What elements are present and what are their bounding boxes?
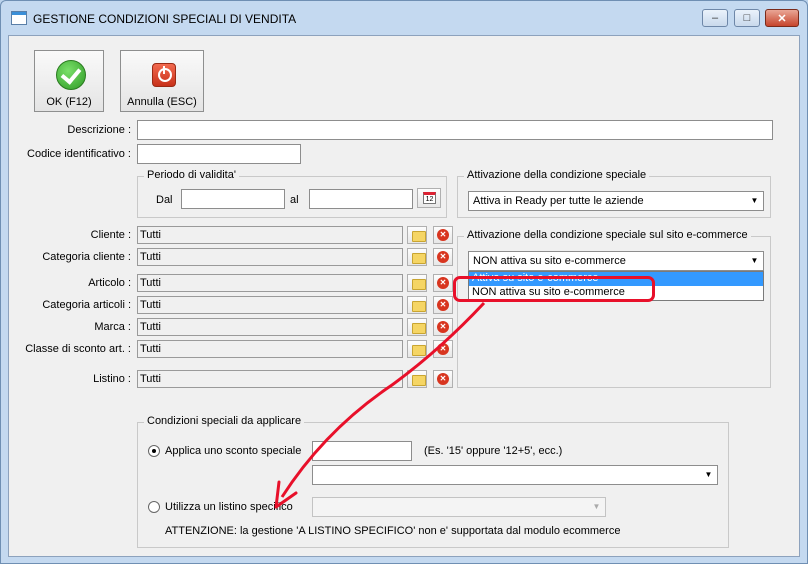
chevron-down-icon: ▼ xyxy=(704,470,713,479)
chevron-down-icon: ▼ xyxy=(750,256,759,265)
clear-icon[interactable] xyxy=(433,274,453,292)
dialog-body: OK (F12) Annulla (ESC) Descrizione : Cod… xyxy=(8,35,800,557)
attivazione-ecommerce-group: Attivazione della condizione speciale su… xyxy=(457,229,771,388)
clear-icon[interactable] xyxy=(433,318,453,336)
marca-label: Marca : xyxy=(94,321,131,333)
attivazione-title: Attivazione della condizione speciale xyxy=(464,169,650,181)
folder-icon[interactable] xyxy=(407,340,427,358)
sconto-label: Applica uno sconto speciale xyxy=(165,445,302,457)
folder-icon[interactable] xyxy=(407,318,427,336)
chevron-down-icon: ▼ xyxy=(750,196,759,205)
ok-button[interactable]: OK (F12) xyxy=(34,50,104,112)
checkmark-icon xyxy=(56,60,86,90)
attivazione-value: Attiva in Ready per tutte le aziende xyxy=(473,195,644,207)
articolo-field: Tutti xyxy=(137,274,403,292)
condizioni-group: Condizioni speciali da applicare Applica… xyxy=(137,415,729,548)
power-icon xyxy=(152,63,176,87)
attivazione-ecommerce-title: Attivazione della condizione speciale su… xyxy=(464,229,751,241)
cliente-label: Cliente : xyxy=(90,229,131,241)
clear-icon[interactable] xyxy=(433,248,453,266)
sconto-select[interactable]: ▼ xyxy=(312,465,718,485)
clear-icon[interactable] xyxy=(433,226,453,244)
sconto-radio[interactable] xyxy=(148,445,160,457)
folder-icon[interactable] xyxy=(407,274,427,292)
calendar-icon[interactable] xyxy=(417,188,441,208)
close-button[interactable]: ✕ xyxy=(765,9,799,27)
categoria-articoli-label: Categoria articoli : xyxy=(42,299,131,311)
descrizione-label: Descrizione : xyxy=(67,124,131,136)
minimize-button[interactable]: – xyxy=(702,9,728,27)
classe-sconto-label: Classe di sconto art. : xyxy=(25,343,131,355)
cliente-field: Tutti xyxy=(137,226,403,244)
categoria-articoli-field: Tutti xyxy=(137,296,403,314)
maximize-button[interactable]: □ xyxy=(734,9,760,27)
chevron-down-icon: ▼ xyxy=(592,502,601,511)
folder-icon[interactable] xyxy=(407,296,427,314)
app-icon xyxy=(11,11,27,25)
descrizione-input[interactable] xyxy=(137,120,773,140)
attivazione-group: Attivazione della condizione speciale At… xyxy=(457,169,771,218)
sconto-hint: (Es. '15' oppure '12+5', ecc.) xyxy=(424,445,563,457)
attivazione-ecommerce-select[interactable]: NON attiva su sito e-commerce ▼ xyxy=(468,251,764,271)
annotation-highlight-box xyxy=(453,276,655,302)
classe-sconto-field: Tutti xyxy=(137,340,403,358)
marca-field: Tutti xyxy=(137,318,403,336)
cancel-button[interactable]: Annulla (ESC) xyxy=(120,50,204,112)
codice-label: Codice identificativo : xyxy=(27,148,131,160)
codice-input[interactable] xyxy=(137,144,301,164)
clear-icon[interactable] xyxy=(433,296,453,314)
window-title: GESTIONE CONDIZIONI SPECIALI DI VENDITA xyxy=(33,12,297,26)
periodo-group: Periodo di validita' Dal al xyxy=(137,169,447,218)
ok-button-label: OK (F12) xyxy=(46,96,92,108)
folder-icon[interactable] xyxy=(407,370,427,388)
listino-specifico-label: Utilizza un listino specifico xyxy=(165,501,293,513)
title-bar[interactable]: GESTIONE CONDIZIONI SPECIALI DI VENDITA … xyxy=(1,1,807,35)
attivazione-select[interactable]: Attiva in Ready per tutte le aziende ▼ xyxy=(468,191,764,211)
sconto-input[interactable] xyxy=(312,441,412,461)
cancel-button-label: Annulla (ESC) xyxy=(127,96,197,108)
categoria-cliente-label: Categoria cliente : xyxy=(42,251,131,263)
listino-label: Listino : xyxy=(93,373,131,385)
folder-icon[interactable] xyxy=(407,226,427,244)
categoria-cliente-field: Tutti xyxy=(137,248,403,266)
attivazione-ecommerce-value: NON attiva su sito e-commerce xyxy=(473,255,626,267)
al-label: al xyxy=(290,194,299,206)
warning-text: ATTENZIONE: la gestione 'A LISTINO SPECI… xyxy=(165,525,621,537)
periodo-title: Periodo di validita' xyxy=(144,169,239,181)
dal-label: Dal xyxy=(156,194,173,206)
listino-radio[interactable] xyxy=(148,501,160,513)
articolo-label: Articolo : xyxy=(88,277,131,289)
window: GESTIONE CONDIZIONI SPECIALI DI VENDITA … xyxy=(0,0,808,564)
al-input[interactable] xyxy=(309,189,413,209)
listino-field: Tutti xyxy=(137,370,403,388)
clear-icon[interactable] xyxy=(433,370,453,388)
listino-specifico-select[interactable]: ▼ xyxy=(312,497,606,517)
clear-icon[interactable] xyxy=(433,340,453,358)
dal-input[interactable] xyxy=(181,189,285,209)
condizioni-title: Condizioni speciali da applicare xyxy=(144,415,305,427)
folder-icon[interactable] xyxy=(407,248,427,266)
